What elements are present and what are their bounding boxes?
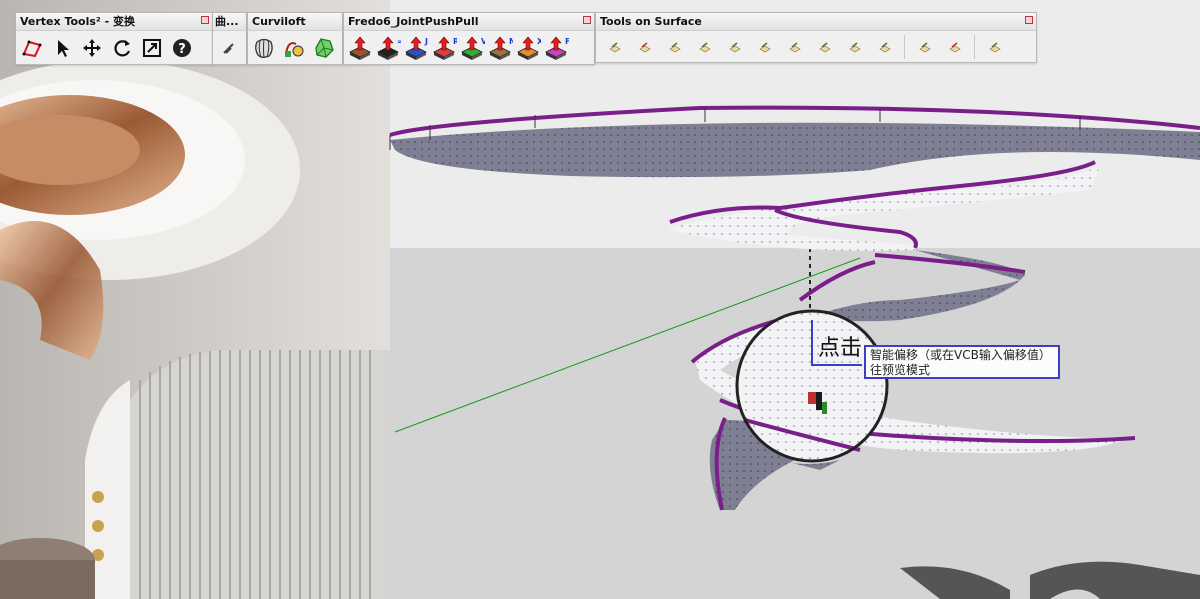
push-pull-v-button[interactable]: N — [486, 34, 513, 61]
arc-on-surface-button[interactable] — [782, 34, 807, 59]
eraser-on-surface-icon — [948, 41, 961, 52]
vector-push-pull-icon: = — [376, 36, 401, 60]
vector-push-pull-button[interactable]: = — [374, 34, 401, 61]
push-pull-n-button[interactable]: X — [514, 34, 541, 61]
sketchup-viewport[interactable] — [0, 0, 1200, 599]
protractor-on-surface-icon — [878, 41, 891, 52]
joint-push-pull-button[interactable] — [346, 34, 373, 61]
push-pull-r-icon: V — [460, 36, 485, 60]
line-on-surface-button[interactable] — [602, 34, 627, 59]
info-on-surface-icon — [988, 41, 1001, 52]
eraser-on-surface-button[interactable] — [942, 34, 967, 59]
push-pull-v-icon: N — [488, 36, 513, 60]
curve-tool-icon — [222, 42, 234, 54]
joint-push-pull-j-icon: R — [432, 36, 457, 60]
polygon-on-surface-button[interactable] — [722, 34, 747, 59]
toolbar-separator — [904, 34, 905, 59]
tooltip-line-1: 智能偏移（或在VCB输入偏移值） — [870, 348, 1051, 362]
svg-text:J: J — [424, 37, 428, 46]
skin-contours-button[interactable] — [280, 34, 307, 61]
scale-icon — [142, 38, 161, 57]
toolbar-title[interactable]: Fredo6_JointPushPull — [344, 13, 594, 31]
loft-along-path-icon — [314, 37, 334, 58]
rotate-button[interactable] — [108, 34, 135, 61]
toolbar-title[interactable]: Curviloft — [248, 13, 342, 31]
circle-on-surface-icon — [698, 41, 711, 52]
click-hint-label: 点击 — [818, 336, 863, 361]
text-on-surface-button[interactable] — [842, 34, 867, 59]
reference-photo — [0, 0, 390, 599]
polygon-select-button[interactable] — [18, 34, 45, 61]
rotate-icon — [113, 39, 130, 56]
skin-contours-icon — [284, 41, 303, 57]
tool-tooltip: 智能偏移（或在VCB输入偏移值） 往预览模式 — [864, 345, 1060, 379]
curve-tool-button[interactable] — [215, 34, 242, 61]
svg-text:N: N — [509, 37, 513, 46]
toolbar-curviloft: Curviloft — [247, 12, 343, 65]
toolbar-separator — [974, 34, 975, 59]
push-pull-x-button[interactable]: F — [542, 34, 569, 61]
ellipse-on-surface-button[interactable] — [752, 34, 777, 59]
normal-push-pull-button[interactable]: J — [402, 34, 429, 61]
toolbar-tools-on-surface: Tools on Surface — [595, 12, 1037, 63]
line-on-surface-icon — [608, 41, 621, 52]
parallelogram-on-surface-icon — [818, 41, 831, 52]
svg-text:X: X — [537, 37, 541, 46]
scale-button[interactable] — [138, 34, 165, 61]
arrow-select-icon — [57, 39, 69, 57]
parallelogram-on-surface-button[interactable] — [812, 34, 837, 59]
void-on-surface-button[interactable] — [912, 34, 937, 59]
offset-on-surface-icon — [638, 41, 651, 52]
close-icon[interactable] — [583, 16, 591, 24]
info-on-surface-button[interactable] — [982, 34, 1007, 59]
loft-by-spline-button[interactable] — [250, 34, 277, 61]
help-icon: ? — [172, 38, 191, 57]
close-icon[interactable] — [1025, 16, 1033, 24]
rectangle-on-surface-icon — [668, 41, 681, 52]
arc-on-surface-icon — [788, 41, 801, 52]
text-on-surface-icon — [848, 41, 861, 52]
toolbar-vertex-tools: Vertex Tools² - 变换 ? — [15, 12, 213, 65]
loft-by-spline-icon — [254, 38, 273, 58]
joint-push-pull-icon — [348, 36, 371, 60]
toolbar-curve: 曲... — [212, 12, 247, 65]
void-on-surface-icon — [918, 41, 931, 52]
joint-push-pull-j-button[interactable]: R — [430, 34, 457, 61]
normal-push-pull-icon: J — [404, 36, 428, 60]
polygon-on-surface-icon — [728, 41, 741, 52]
push-pull-x-icon: F — [544, 36, 569, 60]
svg-text:V: V — [481, 37, 485, 46]
svg-text:=: = — [397, 37, 401, 46]
ellipse-on-surface-icon — [758, 41, 771, 52]
toolbar-joint-push-pull: Fredo6_JointPushPull = J R V N X F — [343, 12, 595, 65]
svg-text:?: ? — [178, 42, 186, 57]
move-icon — [82, 38, 101, 57]
toolbar-title[interactable]: 曲... — [213, 13, 246, 31]
push-pull-n-icon: X — [516, 36, 541, 60]
push-pull-r-button[interactable]: V — [458, 34, 485, 61]
circle-on-surface-button[interactable] — [692, 34, 717, 59]
polygon-select-icon — [22, 40, 41, 57]
tooltip-line-2: 往预览模式 — [870, 363, 931, 377]
close-icon[interactable] — [201, 16, 209, 24]
toolbar-title[interactable]: Tools on Surface — [596, 13, 1036, 31]
toolbar-title[interactable]: Vertex Tools² - 变换 — [16, 13, 212, 31]
protractor-on-surface-button[interactable] — [872, 34, 897, 59]
rectangle-on-surface-button[interactable] — [662, 34, 687, 59]
svg-text:R: R — [453, 37, 457, 46]
move-button[interactable] — [78, 34, 105, 61]
loft-along-path-button[interactable] — [310, 34, 337, 61]
svg-text:F: F — [565, 37, 569, 46]
help-button[interactable]: ? — [168, 34, 195, 61]
select-button[interactable] — [48, 34, 75, 61]
offset-on-surface-button[interactable] — [632, 34, 657, 59]
